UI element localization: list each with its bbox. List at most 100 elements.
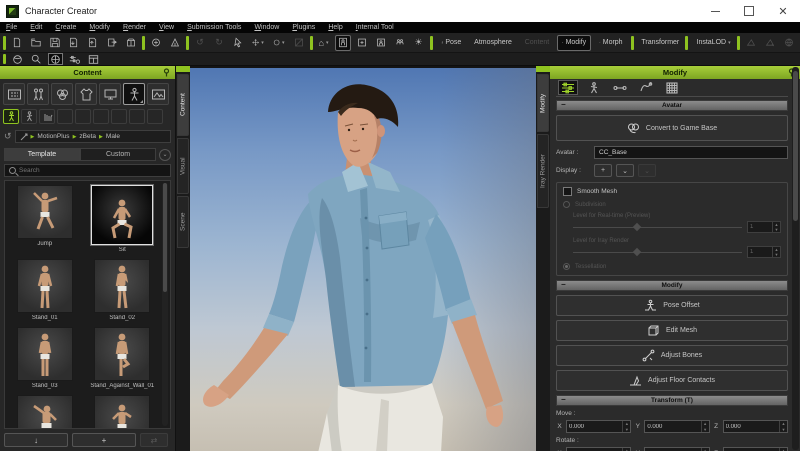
filter-full-body-icon[interactable] [3,109,19,124]
convert-to-game-base-button[interactable]: Convert to Game Base [556,115,788,141]
maximize-button[interactable] [732,0,766,22]
content-button[interactable]: Content [518,35,555,51]
modify-button[interactable]: Modify [557,34,592,51]
avatar-name-field[interactable] [594,146,788,159]
pose-offset-button[interactable]: Pose Offset [556,295,788,316]
material-category-icon[interactable] [51,83,73,105]
content-store-button[interactable] [148,35,164,51]
level-render-slider[interactable] [573,247,742,257]
level-render-spinbox[interactable]: ▲▼ [747,246,781,258]
display-add-button[interactable]: + [594,164,612,177]
search-input[interactable] [19,167,166,174]
menu-submission-tools[interactable]: Submission Tools [187,24,241,31]
move-z-spinbox[interactable]: ▲▼ [722,420,788,433]
filter-hand-icon[interactable] [39,109,55,124]
filter-slot-icon[interactable] [147,109,163,124]
modify-panel-header[interactable]: Modify [550,66,800,79]
export-button[interactable] [85,35,101,51]
tab-custom[interactable]: Custom [80,148,156,161]
spin-down-icon[interactable]: ▼ [773,227,780,232]
viewport-3d[interactable] [190,66,536,451]
move-z-value[interactable] [723,421,779,432]
edit-mesh-button[interactable]: Edit Mesh [556,320,788,341]
calibrate-b-icon[interactable] [762,35,778,51]
menu-modify[interactable]: Modify [89,24,110,31]
display-extra-button[interactable]: ⌄ [638,164,656,177]
calibrate-a-icon[interactable] [743,35,759,51]
menu-plugins[interactable]: Plugins [292,24,315,31]
cloth-category-icon[interactable] [75,83,97,105]
morph-button[interactable]: Morph [594,35,627,51]
filter-slot-icon[interactable] [57,109,73,124]
add-content-button[interactable]: + [72,433,136,447]
thumbnail-jump[interactable]: Jump [9,185,81,253]
rotate-y-spinbox[interactable]: ▲▼ [644,447,710,451]
breadcrumb-zbeta[interactable]: zBeta [79,133,96,140]
menu-create[interactable]: Create [55,24,76,31]
inspect-character-icon[interactable] [29,53,44,65]
rotate-z-spinbox[interactable]: ▲▼ [722,447,788,451]
pose-category-icon[interactable] [123,83,145,105]
pose-button[interactable]: Pose [436,35,467,51]
apply-toggle-button[interactable]: ⇄ [140,433,168,447]
redo-button[interactable]: ↻ [211,35,227,51]
breadcrumb[interactable]: ▶ MotionPlus ▶ zBeta ▶ Male [14,130,171,143]
breadcrumb-male[interactable]: Male [106,133,120,140]
move-y-spinbox[interactable]: ▲▼ [644,420,710,433]
adjust-bones-button[interactable]: Adjust Bones [556,345,788,366]
frame-all-button[interactable] [354,35,370,51]
tab-motion-icon[interactable] [584,80,604,95]
character-model[interactable] [190,68,536,451]
lighting-button[interactable]: ☀ [411,35,427,51]
subdivision-radio[interactable] [563,201,570,208]
select-tool[interactable] [230,35,246,51]
tab-bone-icon[interactable] [610,80,630,95]
spin-down-icon[interactable]: ▼ [780,427,787,433]
move-x-value[interactable] [567,421,623,432]
menu-help[interactable]: Help [328,24,342,31]
rotate-x-spinbox[interactable]: ▲▼ [566,447,632,451]
preview-mode-icon[interactable] [10,53,25,65]
new-project-button[interactable] [9,35,25,51]
thumbnail-stand-against-wall-01[interactable]: Stand_Against_Wall_01 [87,327,159,389]
level-realtime-spinbox[interactable]: ▲▼ [747,221,781,233]
thumbnail-stand-01[interactable]: Stand_01 [9,259,81,321]
filter-slot-icon[interactable] [129,109,145,124]
filter-slot-icon[interactable] [111,109,127,124]
pose-mode-icon[interactable] [48,53,63,65]
thumbnail-stand-03[interactable]: Stand_03 [9,327,81,389]
home-camera-button[interactable]: ⌂ ▾ [316,35,332,51]
modify-section-header[interactable]: − Modify [556,280,788,291]
content-panel-header[interactable]: Content [0,66,175,79]
scene-category-icon[interactable] [147,83,169,105]
move-x-spinbox[interactable]: ▲▼ [566,420,632,433]
pack-project-button[interactable] [123,35,139,51]
frame-selected-button[interactable] [373,35,389,51]
character-settings-icon[interactable] [67,53,82,65]
dock-tab-iray-render[interactable]: Iray Render [537,134,549,208]
tab-attribute-sliders-icon[interactable] [558,80,578,95]
undo-button[interactable]: ↺ [192,35,208,51]
open-project-button[interactable] [28,35,44,51]
menu-view[interactable]: View [159,24,174,31]
project-category-icon[interactable] [3,83,25,105]
export-file-button[interactable] [104,35,120,51]
smooth-mesh-checkbox[interactable] [563,187,572,196]
scale-tool[interactable] [291,35,307,51]
spin-down-icon[interactable]: ▼ [702,427,709,433]
menu-file[interactable]: File [6,24,17,31]
tab-spring-icon[interactable] [636,80,656,95]
network-render-icon[interactable] [781,35,797,51]
level-realtime-value[interactable] [748,222,772,232]
avatar-section-header[interactable]: − Avatar [556,100,788,111]
tessellation-radio[interactable] [563,263,570,270]
breadcrumb-motionplus[interactable]: MotionPlus [37,133,69,140]
import-button[interactable] [66,35,82,51]
transformer-button[interactable]: Transformer [637,35,682,51]
actor-category-icon[interactable] [27,83,49,105]
snapshot-grid-icon[interactable] [86,53,101,65]
minimize-button[interactable] [698,0,732,22]
save-button[interactable] [47,35,63,51]
share-upload-button[interactable] [167,35,183,51]
dock-tab-visual[interactable]: Visual [177,138,189,194]
